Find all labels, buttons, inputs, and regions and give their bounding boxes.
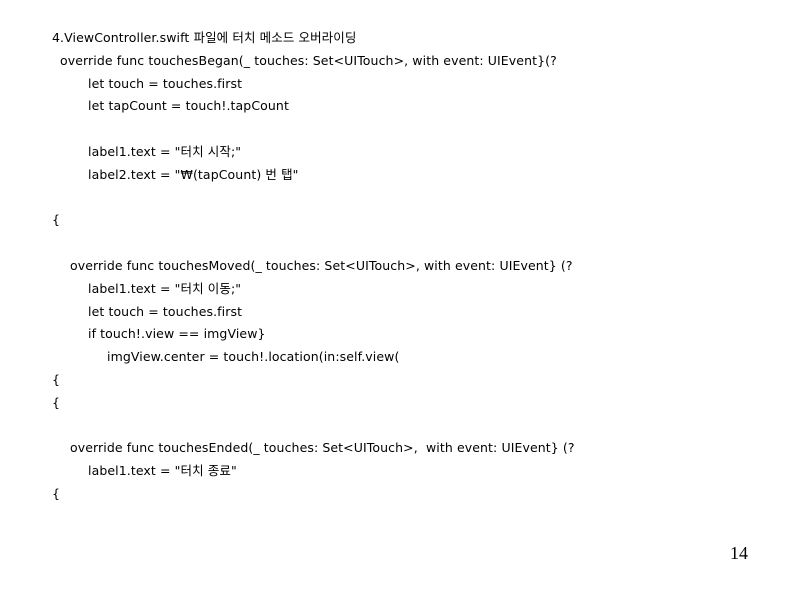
code-line-brace: { xyxy=(52,395,61,410)
code-line: let touch = touches.first xyxy=(88,76,243,91)
slide: 4.ViewController.swift 파일에 터치 메소드 오버라이딩 … xyxy=(0,0,794,595)
code-line-touches-moved: override func touchesMoved(_ touches: Se… xyxy=(70,258,573,273)
code-line: let tapCount = touch!.tapCount xyxy=(88,98,289,113)
code-line: if touch!.view == imgView} xyxy=(88,326,266,341)
code-line: label1.text = "터치 종료" xyxy=(88,463,237,478)
code-line-brace: { xyxy=(52,372,61,387)
code-line: label1.text = "터치 이동;" xyxy=(88,281,242,296)
code-line: label2.text = "₩(tapCount) 번 탭" xyxy=(88,167,299,182)
code-line-touches-began: override func touchesBegan(_ touches: Se… xyxy=(60,53,557,68)
slide-heading: 4.ViewController.swift 파일에 터치 메소드 오버라이딩 xyxy=(52,30,357,45)
page-number: 14 xyxy=(730,543,748,563)
code-line-brace: { xyxy=(52,212,61,227)
code-line: let touch = touches.first xyxy=(88,304,243,319)
code-line: imgView.center = touch!.location(in:self… xyxy=(107,349,400,364)
code-line-brace: { xyxy=(52,486,61,501)
code-line: label1.text = "터치 시작;" xyxy=(88,144,242,159)
code-line-touches-ended: override func touchesEnded(_ touches: Se… xyxy=(70,440,575,455)
